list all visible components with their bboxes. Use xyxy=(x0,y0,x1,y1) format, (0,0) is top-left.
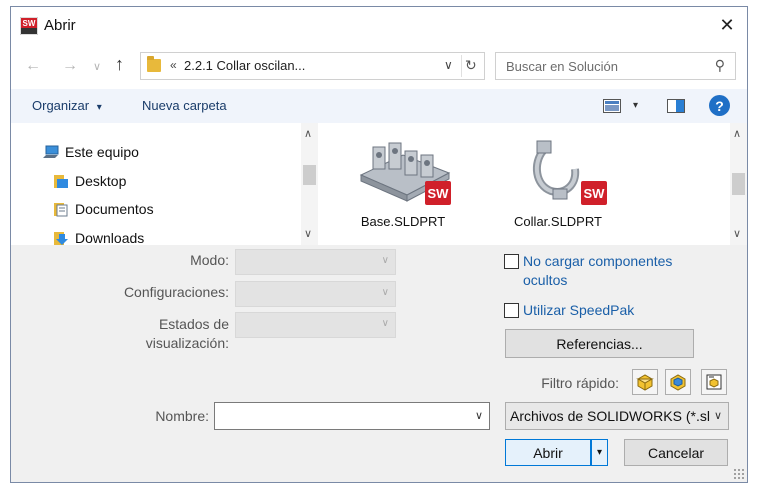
file-item-collar[interactable]: SW Collar.SLDPRT xyxy=(503,133,613,229)
display-states-select: ∨ xyxy=(235,312,396,338)
chevron-down-icon: ∨ xyxy=(381,287,389,298)
scroll-down-icon[interactable]: ∨ xyxy=(304,227,312,240)
address-bar[interactable]: « 2.2.1 Collar oscilan... ∨ ↻ xyxy=(140,52,485,80)
tree-item-label: Downloads xyxy=(75,230,145,246)
filename-input[interactable]: ∨ xyxy=(214,402,490,430)
file-name: Collar.SLDPRT xyxy=(514,214,602,229)
downloads-folder-icon xyxy=(54,232,68,245)
file-name: Base.SLDPRT xyxy=(360,214,446,229)
tree-item-downloads[interactable]: Downloads xyxy=(53,230,144,246)
help-icon[interactable]: ? xyxy=(709,95,730,116)
filter-assemblies-button[interactable] xyxy=(665,369,691,395)
scroll-up-icon[interactable]: ∧ xyxy=(733,127,741,140)
resize-grip-icon[interactable] xyxy=(733,468,745,480)
scroll-down-icon[interactable]: ∨ xyxy=(733,227,741,240)
refresh-icon[interactable]: ↻ xyxy=(465,57,477,74)
mode-select: ∨ xyxy=(235,249,396,275)
organize-label: Organizar xyxy=(32,98,90,113)
tree-item-label: Este equipo xyxy=(65,144,139,160)
svg-text:SW: SW xyxy=(584,186,606,201)
configurations-select: ∨ xyxy=(235,281,396,307)
close-button[interactable]: ✕ xyxy=(707,7,747,44)
filename-label: Nombre: xyxy=(155,408,209,424)
navigation-tree: Este equipo Desktop Documentos Downloads xyxy=(11,123,323,246)
search-input[interactable]: Buscar en Solución xyxy=(506,59,618,74)
close-icon: ✕ xyxy=(719,15,735,35)
speedpak-label[interactable]: Utilizar SpeedPak xyxy=(523,301,634,320)
preview-pane-icon[interactable] xyxy=(667,99,685,113)
tree-item-label: Documentos xyxy=(75,201,154,217)
view-options-caret-icon[interactable]: ▾ xyxy=(633,100,638,111)
documents-folder-icon xyxy=(54,203,68,217)
open-options-button[interactable]: ▾ xyxy=(591,439,608,466)
search-box[interactable]: Buscar en Solución ⚲ xyxy=(495,52,736,80)
cancel-button[interactable]: Cancelar xyxy=(624,439,728,466)
address-path[interactable]: 2.2.1 Collar oscilan... xyxy=(184,58,305,73)
checkbox-box[interactable] xyxy=(504,303,519,318)
references-button[interactable]: Referencias... xyxy=(505,329,694,358)
files-scrollbar[interactable]: ∧ ∨ xyxy=(730,123,747,245)
organize-button[interactable]: Organizar ▾ xyxy=(32,98,102,113)
filter-assemblies-icon xyxy=(670,374,686,391)
scroll-thumb[interactable] xyxy=(732,173,745,195)
up-button[interactable]: ↑ xyxy=(115,54,124,75)
forward-button[interactable]: → xyxy=(62,57,78,75)
tree-item-este-equipo[interactable]: Este equipo xyxy=(43,144,139,160)
filter-drawings-icon xyxy=(706,374,722,390)
chevron-down-icon: ∨ xyxy=(381,255,389,266)
back-button[interactable]: ← xyxy=(25,57,41,75)
chevron-down-icon[interactable]: ∨ xyxy=(714,409,722,422)
view-icon[interactable] xyxy=(603,99,621,113)
address-chevron-icon[interactable]: « xyxy=(170,58,177,72)
desktop-folder-icon xyxy=(54,175,68,188)
title-bar: SW Abrir ✕ xyxy=(11,7,747,44)
checkbox-box[interactable] xyxy=(504,254,519,269)
part-base-icon: SW xyxy=(359,142,451,205)
filter-parts-button[interactable] xyxy=(632,369,658,395)
open-dialog: SW Abrir ✕ ← → ∨ ↑ « 2.2.1 Collar oscila… xyxy=(10,6,748,483)
file-item-base[interactable]: SW Base.SLDPRT xyxy=(353,133,453,229)
folder-icon xyxy=(147,56,161,72)
recent-locations-button[interactable]: ∨ xyxy=(93,60,101,73)
filter-drawings-button[interactable] xyxy=(701,369,727,395)
scroll-thumb[interactable] xyxy=(303,165,316,185)
filetype-value: Archivos de SOLIDWORKS (*.slc xyxy=(510,408,710,424)
display-states-label-line-2: visualización: xyxy=(145,335,229,351)
solidworks-app-icon: SW xyxy=(20,17,38,35)
file-list: SW Base.SLDPRT SW Collar.SLDPRT xyxy=(323,123,730,245)
command-toolbar: Organizar ▾ Nueva carpeta ▾ ? xyxy=(11,89,747,123)
navigation-bar: ← → ∨ ↑ « 2.2.1 Collar oscilan... ∨ ↻ Bu… xyxy=(11,44,747,89)
display-states-label: Estados de visualización: xyxy=(71,315,229,353)
display-states-label-line-1: Estados de xyxy=(158,316,229,332)
filetype-select[interactable]: Archivos de SOLIDWORKS (*.slc ∨ xyxy=(505,402,729,430)
help-glyph: ? xyxy=(715,97,724,114)
window-title: Abrir xyxy=(44,17,76,34)
chevron-down-icon[interactable]: ∨ xyxy=(475,409,483,422)
address-dropdown-icon[interactable]: ∨ xyxy=(444,58,453,72)
svg-text:SW: SW xyxy=(428,186,450,201)
chevron-down-icon: ∨ xyxy=(381,318,389,329)
tree-item-documentos[interactable]: Documentos xyxy=(53,201,154,217)
filter-parts-icon xyxy=(636,374,654,391)
tree-item-label: Desktop xyxy=(75,173,127,189)
no-load-hidden-label[interactable]: No cargar componentes ocultos xyxy=(523,252,704,290)
scroll-up-icon[interactable]: ∧ xyxy=(304,127,312,140)
quick-filter-label: Filtro rápido: xyxy=(541,375,619,391)
new-folder-button[interactable]: Nueva carpeta xyxy=(142,98,227,113)
tree-item-desktop[interactable]: Desktop xyxy=(53,173,126,189)
address-separator xyxy=(461,55,462,77)
tree-scrollbar[interactable]: ∧ ∨ xyxy=(301,123,318,245)
chevron-down-icon: ▾ xyxy=(596,447,603,458)
organize-caret-icon: ▾ xyxy=(96,102,102,113)
part-collar-icon: SW xyxy=(532,140,607,205)
mode-label: Modo: xyxy=(190,252,229,268)
no-load-hidden-checkbox[interactable]: No cargar componentes ocultos xyxy=(504,252,704,290)
computer-icon xyxy=(43,145,59,158)
svg-text:SW: SW xyxy=(23,19,36,28)
open-button[interactable]: Abrir xyxy=(505,439,591,466)
speedpak-checkbox[interactable]: Utilizar SpeedPak xyxy=(504,301,704,320)
configurations-label: Configuraciones: xyxy=(123,284,229,300)
search-icon[interactable]: ⚲ xyxy=(715,57,725,74)
